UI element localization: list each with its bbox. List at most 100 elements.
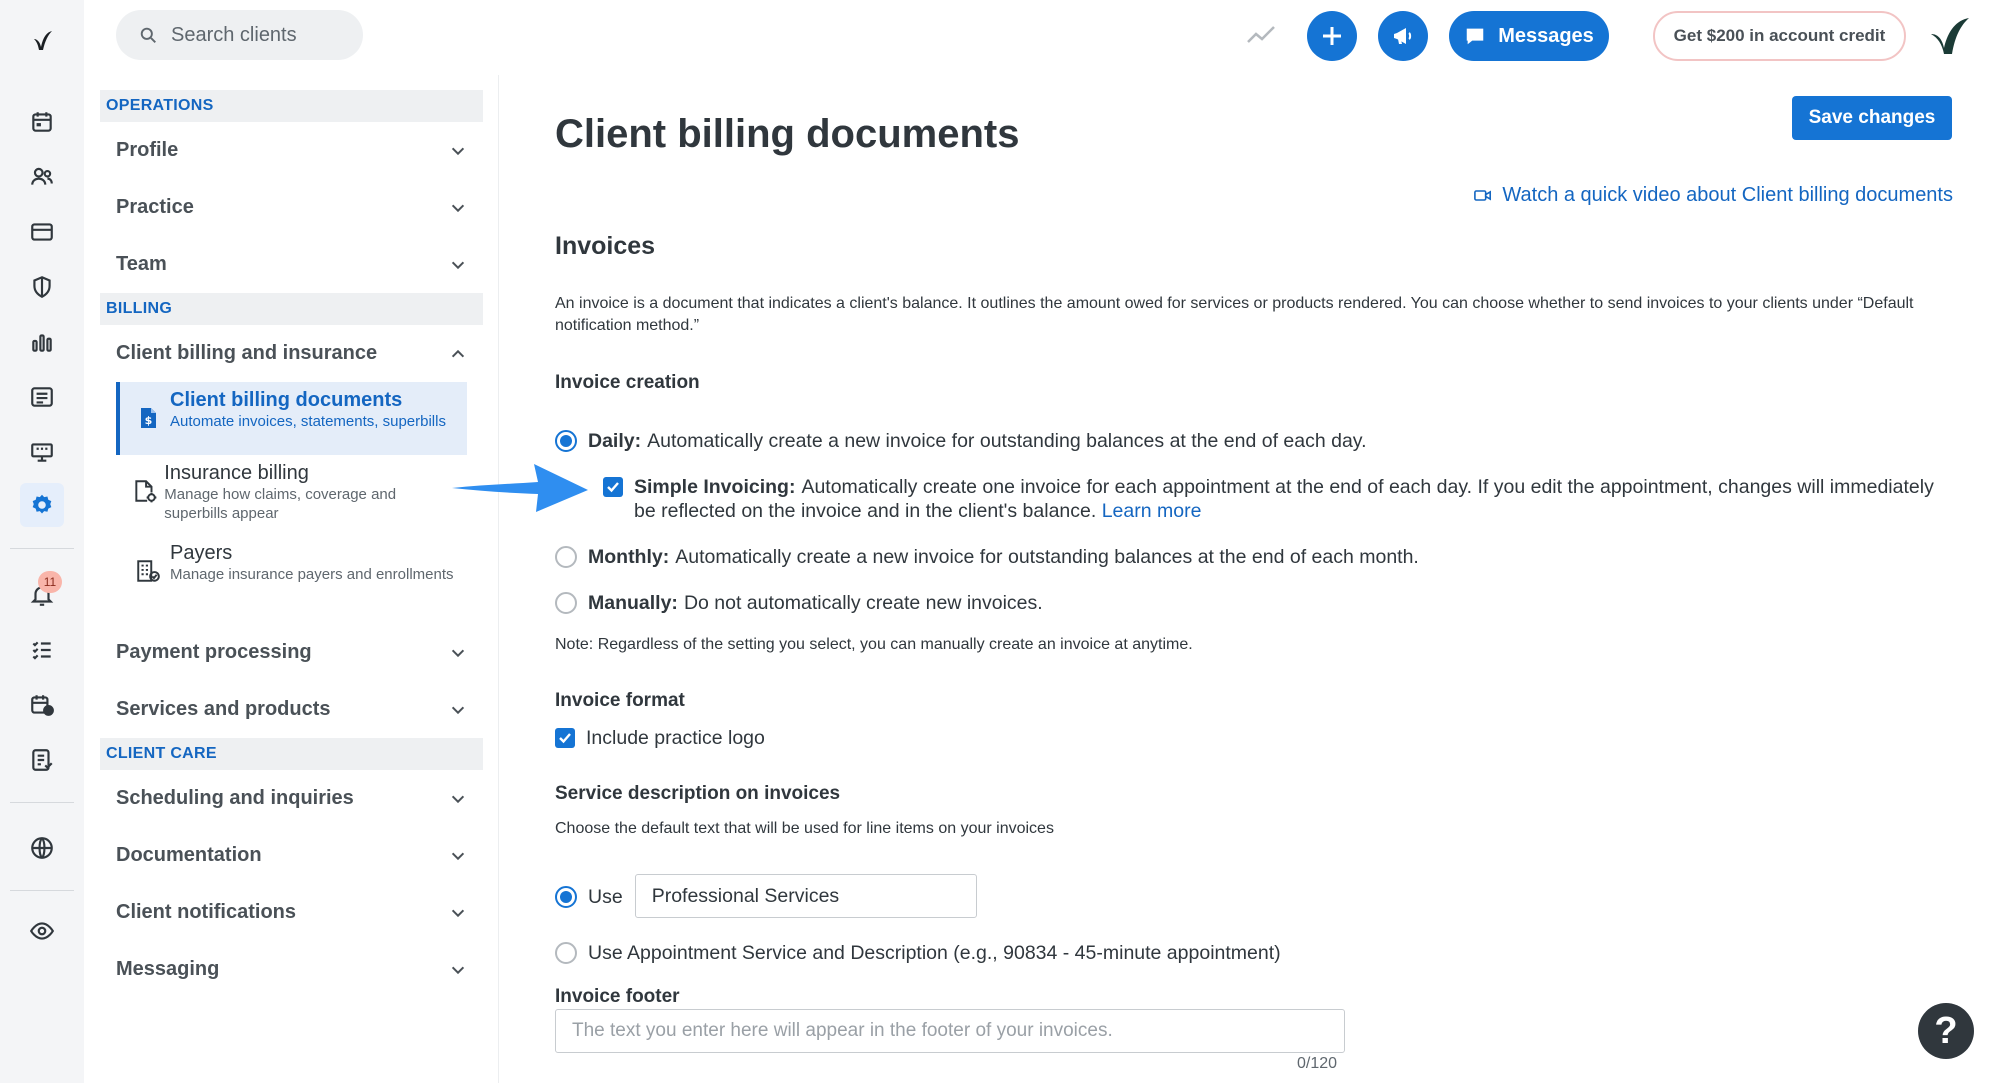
nav-item-profile[interactable]: Profile [100,122,483,179]
option-monthly[interactable]: Monthly: Automatically create a new invoi… [555,545,1945,569]
billing-card-icon[interactable] [20,210,64,254]
nav-subitem-insurance-billing[interactable]: Insurance billing Manage how claims, cov… [116,455,467,535]
nav-section-operations: OPERATIONS [100,90,483,122]
analytics-icon[interactable] [20,320,64,364]
app-logo-icon[interactable] [20,18,64,62]
option-daily[interactable]: Daily: Automatically create a new invoice… [555,429,1945,453]
nav-item-label: Client billing and insurance [116,342,378,364]
use-appointment-radio[interactable] [555,942,577,964]
nav-item-documentation[interactable]: Documentation [100,827,483,884]
globe-icon[interactable] [20,826,64,870]
learn-more-link[interactable]: Learn more [1102,500,1202,522]
chevron-down-icon [451,706,465,714]
chat-bubble-icon [1466,28,1484,45]
nav-item-label: Scheduling and inquiries [116,787,354,809]
invoice-creation-note: Note: Regardless of the setting you sele… [555,636,1193,653]
avatar[interactable] [1925,12,1973,60]
search-bar[interactable] [116,10,363,60]
include-logo-checkbox[interactable] [555,728,575,748]
monthly-option-bold: Monthly: [588,546,670,568]
simple-invoicing-bold: Simple Invoicing: [634,476,796,498]
trend-icon[interactable] [1243,17,1279,53]
document-dollar-icon: $ [130,404,166,440]
chevron-down-icon [451,852,465,860]
search-icon [140,27,156,43]
daily-option-bold: Daily: [588,430,642,452]
nav-item-practice[interactable]: Practice [100,179,483,236]
clients-icon[interactable] [20,155,64,199]
monthly-option-text: Automatically create a new invoice for o… [675,546,1419,568]
chevron-down-icon [451,261,465,269]
page-title: Client billing documents [555,112,1020,156]
annotation-arrow-icon [452,464,588,512]
monthly-radio[interactable] [555,546,577,568]
settings-nav: OPERATIONS Profile Practice Team BILLING… [100,90,483,998]
option-manually[interactable]: Manually: Do not automatically create new… [555,591,1945,615]
manually-radio[interactable] [555,592,577,614]
shield-icon[interactable] [20,265,64,309]
service-description-label: Service description on invoices [555,783,841,804]
document-settings-icon [130,477,160,513]
search-input[interactable] [171,23,341,47]
simple-invoicing-text: Automatically create one invoice for eac… [634,476,1934,522]
invoices-heading: Invoices [555,232,656,260]
nav-subitem-client-billing-documents[interactable]: $ Client billing documents Automate invo… [116,382,467,455]
reports-icon[interactable] [20,738,64,782]
watch-video-link[interactable]: Watch a quick video about Client billing… [1474,184,1953,207]
notification-count-badge: 11 [38,571,62,593]
tasks-icon[interactable] [20,628,64,672]
nav-item-services-products[interactable]: Services and products [100,681,483,738]
daily-radio[interactable] [555,430,577,452]
nav-item-client-notifications[interactable]: Client notifications [100,884,483,941]
use-custom-radio[interactable] [555,886,577,908]
marketplace-icon[interactable] [20,430,64,474]
calendar-icon[interactable] [20,100,64,144]
nav-item-label: Documentation [116,844,262,866]
calendar-add-icon[interactable] [20,683,64,727]
manually-option-bold: Manually: [588,592,678,614]
nav-item-scheduling-inquiries[interactable]: Scheduling and inquiries [100,770,483,827]
add-button[interactable] [1307,11,1357,61]
daily-option-text: Automatically create a new invoice for o… [647,430,1367,452]
account-credit-button[interactable]: Get $200 in account credit [1653,11,1906,61]
option-simple-invoicing[interactable]: Simple Invoicing: Automatically create on… [603,475,1953,523]
service-description-input[interactable] [634,874,977,918]
manually-option-text: Do not automatically create new invoices… [683,592,1043,614]
watch-video-label: Watch a quick video about Client billing… [1502,184,1953,206]
subitem-title: Insurance billing [164,462,309,484]
chevron-down-icon [451,204,465,212]
rail-divider [10,802,74,803]
svg-text:$: $ [145,414,153,427]
nav-item-messaging[interactable]: Messaging [100,941,483,998]
option-use-appointment[interactable]: Use Appointment Service and Description … [555,941,1281,965]
subitem-description: Automate invoices, statements, superbill… [170,413,446,430]
nav-item-label: Profile [116,139,179,161]
include-logo-text: Include practice logo [586,727,765,749]
nav-item-label: Practice [116,196,194,218]
help-question-icon: ? [1934,1009,1958,1052]
save-changes-button[interactable]: Save changes [1792,96,1952,140]
icon-rail: 11 [0,0,84,1083]
eye-icon[interactable] [20,909,64,953]
nav-subitem-payers[interactable]: Payers Manage insurance payers and enrol… [116,535,467,615]
chevron-down-icon [451,966,465,974]
nav-item-label: Team [116,253,167,275]
messages-button[interactable]: Messages [1449,11,1609,61]
invoice-footer-input[interactable] [555,1009,1345,1053]
simple-invoicing-checkbox[interactable] [603,477,623,497]
option-include-logo[interactable]: Include practice logo [555,726,765,750]
help-button[interactable]: ? [1918,1003,1974,1059]
nav-item-label: Services and products [116,698,331,720]
chevron-down-icon [451,649,465,657]
messages-label: Messages [1498,24,1594,47]
notes-list-icon[interactable] [20,375,64,419]
option-use-custom[interactable]: Use [555,874,977,918]
nav-item-team[interactable]: Team [100,236,483,293]
nav-item-client-billing-insurance[interactable]: Client billing and insurance [100,325,483,382]
nav-item-payment-processing[interactable]: Payment processing [100,624,483,681]
nav-item-label: Messaging [116,958,220,980]
invoice-format-label: Invoice format [555,690,685,711]
settings-icon[interactable] [20,483,64,527]
announcements-button[interactable] [1378,11,1428,61]
subitem-title: Payers [170,542,233,564]
